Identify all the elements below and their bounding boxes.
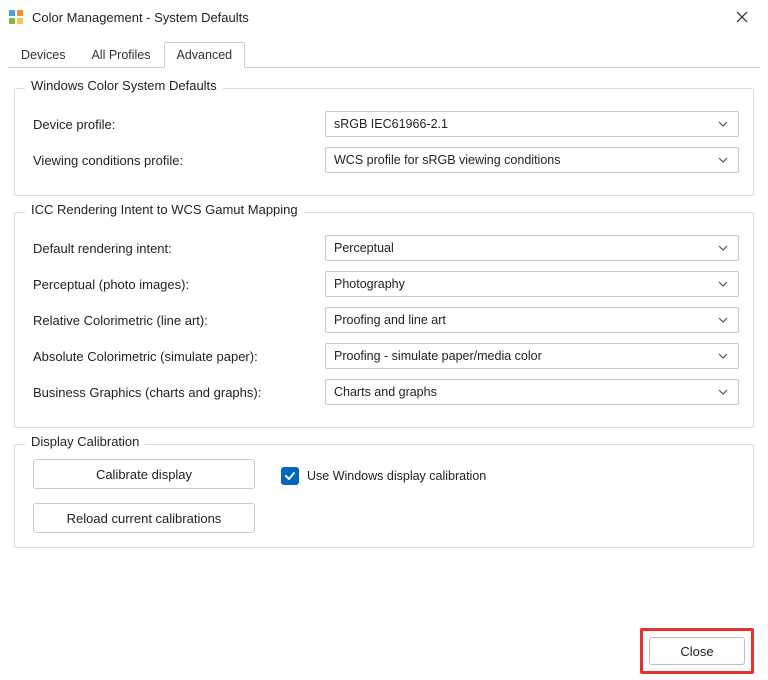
business-graphics-label: Business Graphics (charts and graphs):	[33, 385, 325, 400]
tab-all-profiles[interactable]: All Profiles	[78, 42, 163, 68]
fieldset-wcs-defaults: Windows Color System Defaults Device pro…	[14, 88, 754, 196]
chevron-down-icon	[716, 241, 730, 255]
close-button-highlight: Close	[640, 628, 754, 674]
chevron-down-icon	[716, 117, 730, 131]
window-title: Color Management - System Defaults	[32, 10, 722, 25]
default-intent-select[interactable]: Perceptual	[325, 235, 739, 261]
rel-colorimetric-label: Relative Colorimetric (line art):	[33, 313, 325, 328]
abs-colorimetric-value: Proofing - simulate paper/media color	[334, 349, 716, 363]
window-icon	[8, 9, 24, 25]
abs-colorimetric-label: Absolute Colorimetric (simulate paper):	[33, 349, 325, 364]
use-windows-calibration-label: Use Windows display calibration	[307, 469, 486, 483]
chevron-down-icon	[716, 385, 730, 399]
checkbox-checked-icon	[281, 467, 299, 485]
viewing-conditions-select[interactable]: WCS profile for sRGB viewing conditions	[325, 147, 739, 173]
chevron-down-icon	[716, 349, 730, 363]
legend-wcs: Windows Color System Defaults	[25, 78, 223, 93]
color-management-window: Color Management - System Defaults Devic…	[0, 0, 768, 680]
legend-icc: ICC Rendering Intent to WCS Gamut Mappin…	[25, 202, 304, 217]
rel-colorimetric-select[interactable]: Proofing and line art	[325, 307, 739, 333]
legend-calibration: Display Calibration	[25, 434, 145, 449]
tab-content-advanced: Windows Color System Defaults Device pro…	[0, 68, 768, 622]
business-graphics-select[interactable]: Charts and graphs	[325, 379, 739, 405]
viewing-conditions-label: Viewing conditions profile:	[33, 153, 325, 168]
use-windows-calibration-checkbox[interactable]: Use Windows display calibration	[281, 461, 486, 491]
abs-colorimetric-select[interactable]: Proofing - simulate paper/media color	[325, 343, 739, 369]
perceptual-label: Perceptual (photo images):	[33, 277, 325, 292]
calibrate-display-button[interactable]: Calibrate display	[33, 459, 255, 489]
titlebar: Color Management - System Defaults	[0, 0, 768, 34]
chevron-down-icon	[716, 153, 730, 167]
tab-devices[interactable]: Devices	[8, 42, 78, 68]
device-profile-select[interactable]: sRGB IEC61966-2.1	[325, 111, 739, 137]
fieldset-icc-mapping: ICC Rendering Intent to WCS Gamut Mappin…	[14, 212, 754, 428]
perceptual-value: Photography	[334, 277, 716, 291]
dialog-footer: Close	[0, 622, 768, 680]
business-graphics-value: Charts and graphs	[334, 385, 716, 399]
tab-bar: Devices All Profiles Advanced	[8, 40, 760, 68]
tab-advanced[interactable]: Advanced	[164, 42, 246, 68]
perceptual-select[interactable]: Photography	[325, 271, 739, 297]
chevron-down-icon	[716, 277, 730, 291]
default-intent-value: Perceptual	[334, 241, 716, 255]
close-button[interactable]: Close	[649, 637, 745, 665]
close-icon[interactable]	[722, 2, 762, 32]
fieldset-display-calibration: Display Calibration Calibrate display Re…	[14, 444, 754, 548]
device-profile-label: Device profile:	[33, 117, 325, 132]
default-intent-label: Default rendering intent:	[33, 241, 325, 256]
device-profile-value: sRGB IEC61966-2.1	[334, 117, 716, 131]
chevron-down-icon	[716, 313, 730, 327]
viewing-conditions-value: WCS profile for sRGB viewing conditions	[334, 153, 716, 167]
reload-calibrations-button[interactable]: Reload current calibrations	[33, 503, 255, 533]
rel-colorimetric-value: Proofing and line art	[334, 313, 716, 327]
